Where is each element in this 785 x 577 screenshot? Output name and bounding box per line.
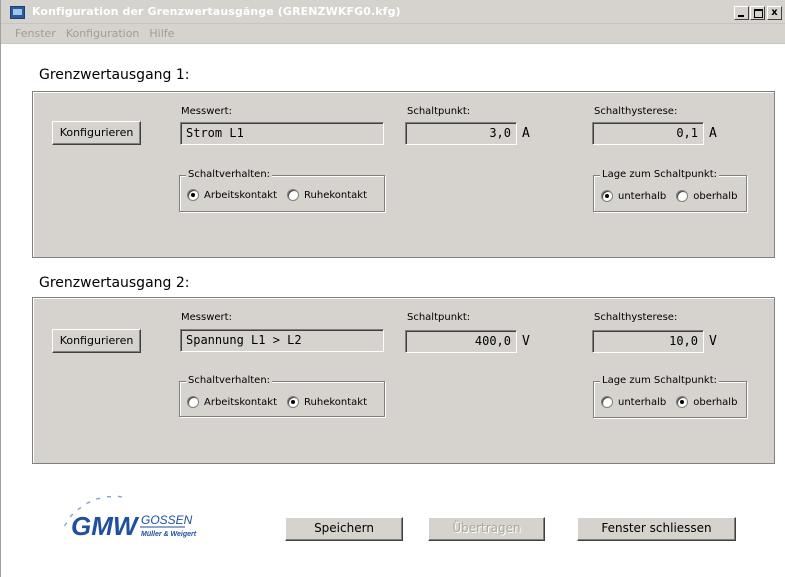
logo-graphic: GMW GOSSEN Müller & Weigert [64,495,197,541]
close-window-button[interactable]: x [767,6,782,20]
schaltpunkt-label-2: Schaltpunkt: [407,312,471,323]
radio-unterhalb-1[interactable] [601,190,613,202]
messwert-field-1[interactable]: Strom L1 [180,122,384,145]
app-window: Konfiguration der Grenzwertausgänge (GRE… [0,0,785,577]
configure-button-1[interactable]: Konfigurieren [52,121,141,145]
logo-name: GOSSEN [141,513,193,527]
schaltpunkt-unit-1: A [522,126,530,141]
schaltpunkt-unit-2: V [522,334,530,349]
radio-arbeitskontakt-label-1[interactable]: Arbeitskontakt [204,190,277,201]
radio-oberhalb-label-2[interactable]: oberhalb [693,397,737,408]
logo-subtitle: Müller & Weigert [141,531,197,538]
schaltverhalten-legend-2: Schaltverhalten: [186,375,273,386]
close-button[interactable]: Fenster schliessen [577,517,736,541]
window-title: Konfiguration der Grenzwertausgänge (GRE… [32,5,401,18]
hysterese-field-2[interactable]: 10,0 [592,330,704,353]
radio-unterhalb-2[interactable] [601,396,613,408]
schaltverhalten-group-1: Schaltverhalten: Arbeitskontakt Ruhekont… [179,169,385,212]
radio-ruhekontakt-label-2[interactable]: Ruhekontakt [304,397,367,408]
app-icon [10,6,25,19]
messwert-field-2[interactable]: Spannung L1 > L2 [180,329,384,352]
schaltverhalten-group-2: Schaltverhalten: Arbeitskontakt Ruhekont… [179,375,385,417]
schaltpunkt-label-1: Schaltpunkt: [407,106,471,117]
maximize-button[interactable] [750,6,765,20]
schaltverhalten-options-1: Arbeitskontakt Ruhekontakt [187,189,377,201]
radio-ruhekontakt-1[interactable] [287,189,300,201]
radio-oberhalb-label-1[interactable]: oberhalb [693,191,737,202]
lage-legend-2: Lage zum Schaltpunkt: [600,375,719,386]
schaltpunkt-field-2[interactable]: 400,0 [405,330,517,353]
hysterese-label-2: Schalthysterese: [594,312,678,323]
radio-ruhekontakt-label-1[interactable]: Ruhekontakt [304,190,367,201]
radio-oberhalb-1[interactable] [676,190,689,202]
messwert-label-2: Messwert: [181,312,232,323]
menu-hilfe[interactable]: Hilfe [149,24,174,43]
schaltverhalten-legend-1: Schaltverhalten: [186,169,273,180]
radio-unterhalb-label-2[interactable]: unterhalb [618,397,666,408]
output-2-title: Grenzwertausgang 2: [39,275,190,291]
hysterese-unit-2: V [709,334,717,349]
configure-button-2[interactable]: Konfigurieren [52,329,141,353]
save-button[interactable]: Speichern [285,517,403,541]
lage-group-2: Lage zum Schaltpunkt: unterhalb oberhalb [593,375,747,418]
radio-arbeitskontakt-label-2[interactable]: Arbeitskontakt [204,397,277,408]
output-2-panel: Konfigurieren Messwert: Spannung L1 > L2… [32,297,775,464]
radio-oberhalb-2[interactable] [676,396,689,408]
hysterese-field-1[interactable]: 0,1 [592,122,704,145]
minimize-button[interactable] [734,6,749,20]
schaltverhalten-options-2: Arbeitskontakt Ruhekontakt [187,396,377,408]
output-1-title: Grenzwertausgang 1: [39,67,190,83]
menu-bar: Fenster Konfiguration Hilfe [1,24,785,44]
messwert-label-1: Messwert: [181,106,232,117]
schaltpunkt-field-1[interactable]: 3,0 [405,122,517,145]
lage-options-1: unterhalb oberhalb [601,190,747,202]
menu-konfiguration[interactable]: Konfiguration [66,24,140,43]
output-1-panel: Konfigurieren Messwert: Strom L1 Schaltp… [32,91,775,258]
transfer-button[interactable]: Übertragen [428,517,545,541]
lage-options-2: unterhalb oberhalb [601,396,747,408]
radio-unterhalb-label-1[interactable]: unterhalb [618,191,666,202]
hysterese-label-1: Schalthysterese: [594,106,678,117]
radio-ruhekontakt-2[interactable] [287,396,300,408]
lage-legend-1: Lage zum Schaltpunkt: [600,169,719,180]
title-bar: Konfiguration der Grenzwertausgänge (GRE… [1,0,785,24]
gmw-gossen-logo: GMW GOSSEN Müller & Weigert [49,490,211,550]
menu-fenster[interactable]: Fenster [15,24,56,43]
radio-arbeitskontakt-1[interactable] [187,189,199,201]
logo-brand: GMW [71,511,140,541]
window-controls: x [733,6,782,20]
hysterese-unit-1: A [709,126,717,141]
radio-arbeitskontakt-2[interactable] [187,396,199,408]
lage-group-1: Lage zum Schaltpunkt: unterhalb oberhalb [593,169,747,212]
